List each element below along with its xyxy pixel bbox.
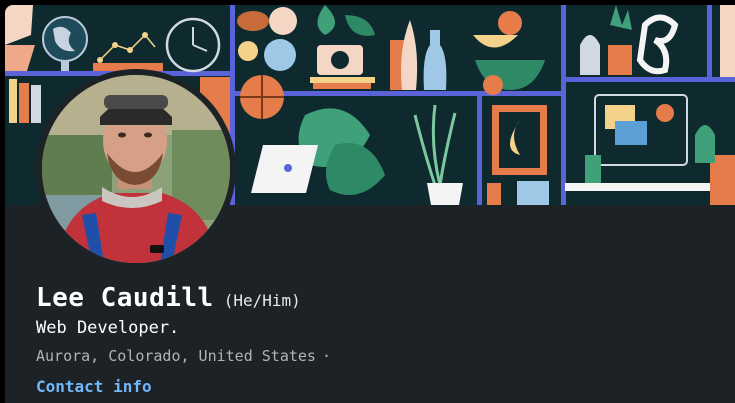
name-row: Lee Caudill (He/Him) bbox=[36, 283, 301, 313]
location-text: Aurora, Colorado, United States bbox=[36, 347, 316, 365]
location-separator: · bbox=[321, 347, 331, 365]
profile-location: Aurora, Colorado, United States · bbox=[36, 347, 331, 365]
profile-pronouns: (He/Him) bbox=[223, 291, 301, 310]
profile-headline: Web Developer. bbox=[36, 318, 180, 338]
profile-photo bbox=[42, 75, 230, 263]
contact-info-link[interactable]: Contact info bbox=[36, 377, 152, 396]
profile-card: Lee Caudill (He/Him) Web Developer. Auro… bbox=[5, 5, 735, 403]
avatar[interactable] bbox=[42, 75, 230, 263]
profile-name: Lee Caudill bbox=[36, 283, 214, 313]
